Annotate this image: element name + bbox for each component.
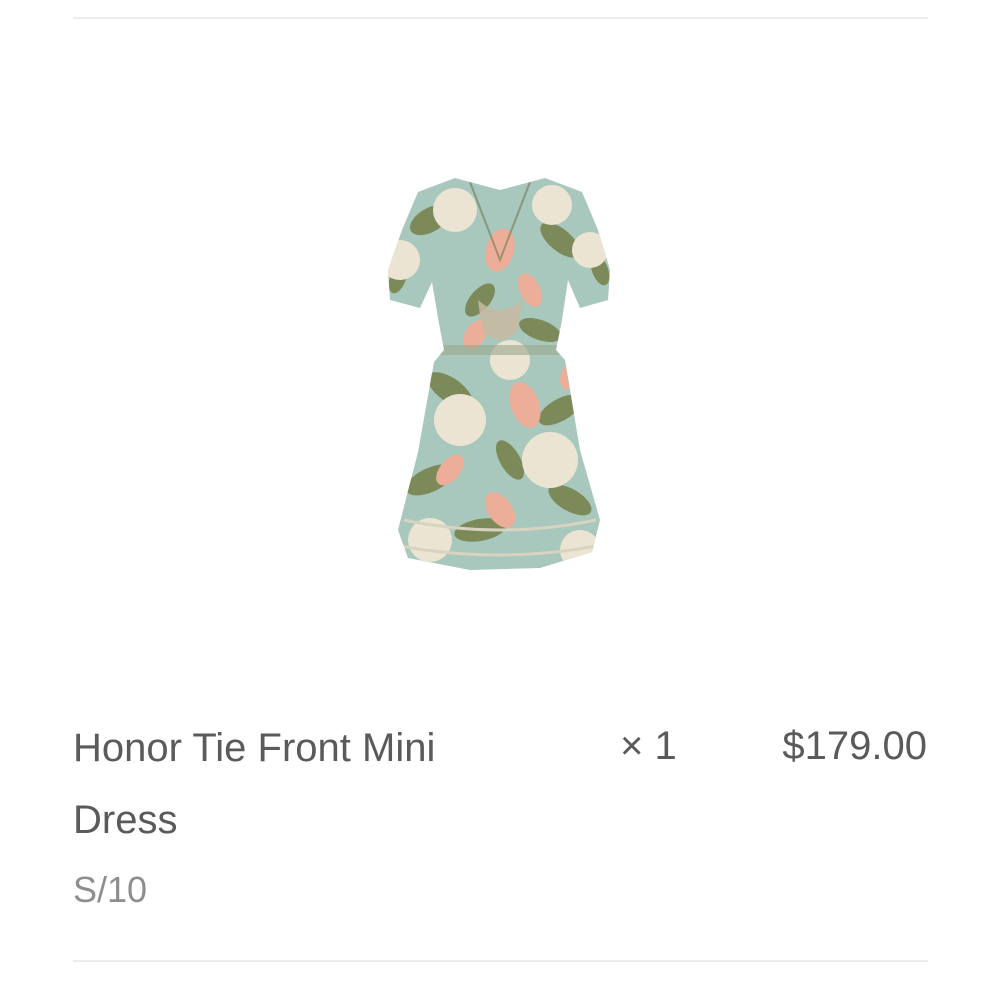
product-image[interactable]: [360, 160, 640, 590]
dress-illustration: [388, 178, 610, 570]
bottom-divider: [73, 960, 928, 962]
cart-line-item: Honor Tie Front Mini Dress S/10 × 1 $179…: [0, 0, 1000, 1000]
quantity-label: × 1: [620, 724, 677, 768]
top-divider: [73, 17, 928, 19]
product-variant: S/10: [73, 869, 148, 910]
product-name[interactable]: Honor Tie Front Mini Dress: [73, 712, 543, 856]
price-label: $179.00: [782, 724, 927, 768]
